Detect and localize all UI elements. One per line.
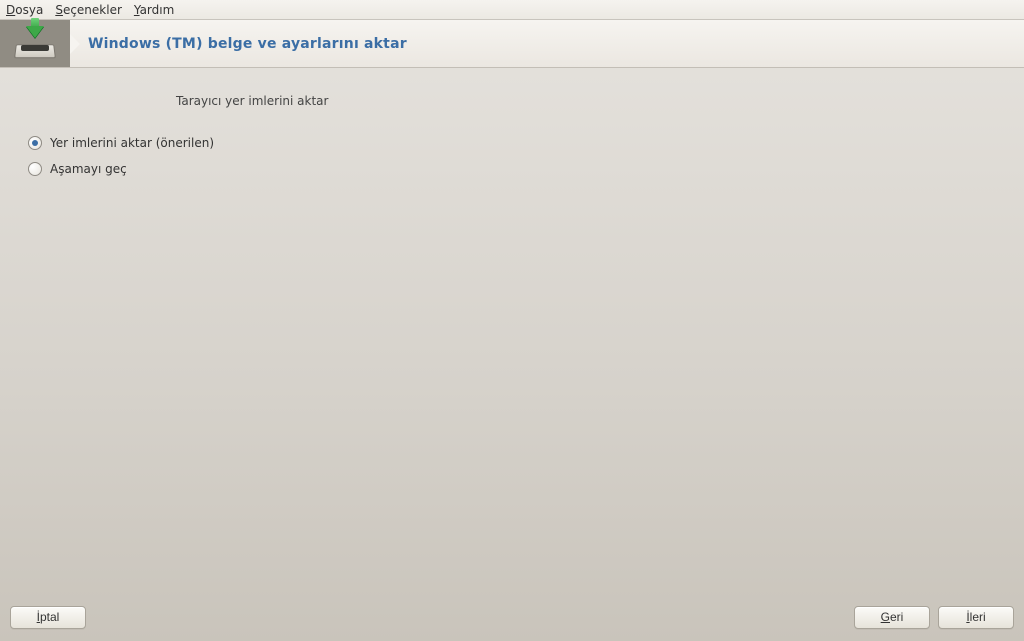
menubar: Dosya Seçenekler Yardım [0, 0, 1024, 20]
wizard-header: Windows (TM) belge ve ayarlarını aktar [0, 20, 1024, 68]
wizard-content: Tarayıcı yer imlerini aktar Yer imlerini… [0, 68, 1024, 601]
section-title: Tarayıcı yer imlerini aktar [176, 94, 996, 108]
next-button[interactable]: İleri [938, 606, 1014, 629]
radio-label: Yer imlerini aktar (önerilen) [50, 136, 214, 150]
radio-icon [28, 162, 42, 176]
wizard-footer: İptal Geri İleri [0, 601, 1024, 641]
import-tray-icon [0, 20, 70, 67]
menu-item-file[interactable]: Dosya [6, 3, 43, 17]
back-button[interactable]: Geri [854, 606, 930, 629]
menu-item-help[interactable]: Yardım [134, 3, 174, 17]
menu-item-options[interactable]: Seçenekler [55, 3, 122, 17]
radio-label: Aşamayı geç [50, 162, 127, 176]
radio-icon [28, 136, 42, 150]
wizard-title: Windows (TM) belge ve ayarlarını aktar [88, 36, 407, 52]
option-skip-step[interactable]: Aşamayı geç [28, 162, 996, 176]
option-import-bookmarks[interactable]: Yer imlerini aktar (önerilen) [28, 136, 996, 150]
cancel-button[interactable]: İptal [10, 606, 86, 629]
